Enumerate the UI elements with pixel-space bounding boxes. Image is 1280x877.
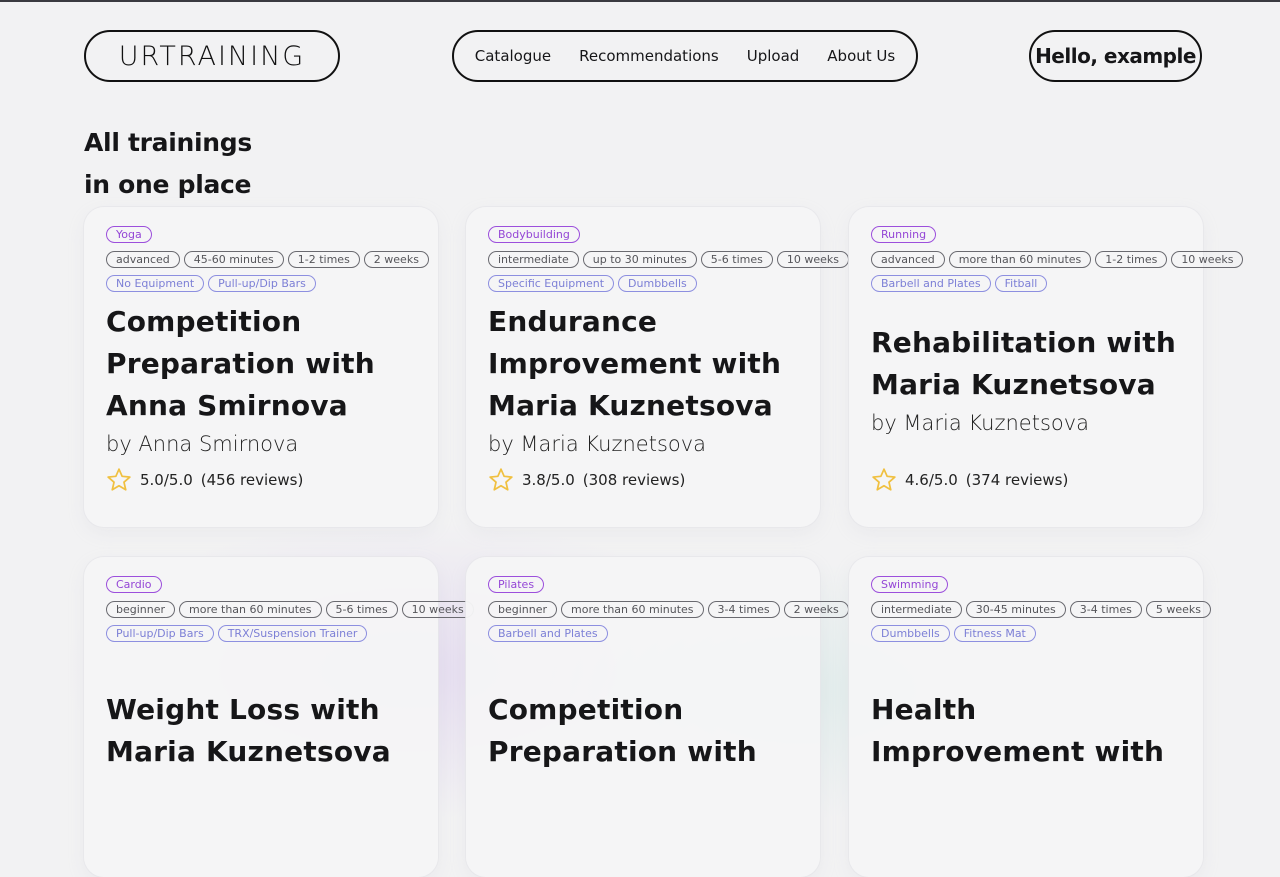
equipment-tag[interactable]: Pull-up/Dip Bars (208, 275, 316, 292)
category-tag[interactable]: Running (871, 226, 937, 243)
training-title[interactable]: Endurance Improvement with Maria Kuznets… (488, 301, 798, 427)
page-title-line: All trainings (84, 128, 252, 157)
meta-tag[interactable]: more than 60 minutes (948, 250, 1092, 268)
tag-group: Running advanced more than 60 minutes 1-2 t… (871, 226, 1244, 301)
equipment-tag[interactable]: Dumbbells (871, 625, 950, 642)
review-count: (308 reviews) (582, 471, 686, 489)
category-tag[interactable]: Cardio (106, 576, 162, 593)
equipment-tag[interactable]: Barbell and Plates (488, 625, 608, 642)
meta-tag[interactable]: intermediate (488, 250, 579, 268)
nav-recommendations[interactable]: Recommendations (579, 47, 719, 65)
tag-group: Bodybuilding intermediate up to 30 minutes… (488, 226, 849, 301)
card-title-box: Health Improvement with (871, 651, 1181, 811)
training-author: by Maria Kuznetsova (871, 411, 1090, 435)
meta-tag[interactable]: 10 weeks (1171, 250, 1244, 268)
tag-group: Swimming intermediate 30-45 minutes 3-4 tim… (871, 576, 1211, 651)
meta-tag[interactable]: beginner (106, 600, 176, 618)
category-tag[interactable]: Pilates (488, 576, 545, 593)
category-tag[interactable]: Swimming (871, 576, 949, 593)
meta-tag[interactable]: 1-2 times (1095, 250, 1168, 268)
meta-tag[interactable]: 5 weeks (1145, 600, 1211, 618)
training-title[interactable]: Competition Preparation with Anna Smirno… (106, 301, 416, 427)
training-author: by Anna Smirnova (106, 432, 299, 456)
category-tag[interactable]: Yoga (106, 226, 152, 243)
training-author: by Maria Kuznetsova (488, 432, 707, 456)
training-card[interactable]: Yoga advanced 45-60 minutes 1-2 times 2 week… (84, 207, 438, 527)
user-greeting-button[interactable]: Hello, example (1029, 30, 1202, 82)
meta-tag[interactable]: 5-6 times (325, 600, 398, 618)
star-icon (107, 468, 131, 491)
training-title[interactable]: Health Improvement with (871, 689, 1181, 773)
meta-tag[interactable]: 3-4 times (1069, 600, 1142, 618)
meta-tag[interactable]: 30-45 minutes (965, 600, 1066, 618)
meta-tag[interactable]: 1-2 times (287, 250, 360, 268)
tag-group: Yoga advanced 45-60 minutes 1-2 times 2 week… (106, 226, 429, 301)
training-title[interactable]: Weight Loss with Maria Kuznetsova (106, 689, 416, 773)
meta-tag[interactable]: 3-4 times (707, 600, 780, 618)
meta-tag[interactable]: beginner (488, 600, 558, 618)
nav-catalogue[interactable]: Catalogue (475, 47, 551, 65)
meta-tag[interactable]: 45-60 minutes (183, 250, 284, 268)
meta-tag[interactable]: advanced (871, 250, 945, 268)
page-title: All trainings in one place (84, 122, 252, 206)
category-tag[interactable]: Bodybuilding (488, 226, 580, 243)
rating-score: 3.8/5.0 (522, 471, 575, 489)
training-card[interactable]: Cardio beginner more than 60 minutes 5-6 ti… (84, 557, 474, 877)
training-card[interactable]: Swimming intermediate 30-45 minutes 3-4 tim… (849, 557, 1211, 877)
card-title-box: Competition Preparation with Anna Smirno… (106, 301, 416, 461)
rating-score: 5.0/5.0 (140, 471, 193, 489)
equipment-tag[interactable]: Dumbbells (618, 275, 697, 292)
meta-tag[interactable]: 10 weeks (776, 250, 849, 268)
review-count: (456 reviews) (200, 471, 304, 489)
meta-tag[interactable]: more than 60 minutes (561, 600, 704, 618)
tag-group: Pilates beginner more than 60 minutes 3-4 t… (488, 576, 849, 651)
equipment-tag[interactable]: Specific Equipment (488, 275, 615, 292)
rating: 5.0/5.0 (456 reviews) (106, 465, 416, 495)
equipment-tag[interactable]: Barbell and Plates (871, 275, 991, 292)
card-title-box: Competition Preparation with (488, 651, 798, 811)
training-title[interactable]: Rehabilitation with Maria Kuznetsova (871, 322, 1181, 406)
meta-tag[interactable]: up to 30 minutes (582, 250, 697, 268)
rating: 3.8/5.0 (308 reviews) (488, 465, 798, 495)
training-card[interactable]: Bodybuilding intermediate up to 30 minutes… (466, 207, 849, 527)
rating-score: 4.6/5.0 (905, 471, 958, 489)
meta-tag[interactable]: 10 weeks (401, 600, 474, 618)
page-title-line: in one place (84, 170, 252, 199)
training-card[interactable]: Pilates beginner more than 60 minutes 3-4 t… (466, 557, 849, 877)
meta-tag[interactable]: 2 weeks (363, 250, 429, 268)
rating: 4.6/5.0 (374 reviews) (871, 465, 1181, 495)
nav-upload[interactable]: Upload (747, 47, 800, 65)
equipment-tag[interactable]: Fitball (994, 275, 1048, 292)
nav-about-us[interactable]: About Us (827, 47, 895, 65)
equipment-tag[interactable]: Pull-up/Dip Bars (106, 625, 214, 642)
training-card[interactable]: Running advanced more than 60 minutes 1-2 t… (849, 207, 1244, 527)
equipment-tag[interactable]: Fitness Mat (953, 625, 1036, 642)
meta-tag[interactable]: 5-6 times (700, 250, 773, 268)
card-title-box: Rehabilitation with Maria Kuznetsova by M… (871, 301, 1181, 461)
meta-tag[interactable]: 2 weeks (783, 600, 849, 618)
main-nav: Catalogue Recommendations Upload About U… (452, 30, 918, 82)
meta-tag[interactable]: more than 60 minutes (179, 600, 322, 618)
review-count: (374 reviews) (965, 471, 1069, 489)
card-title-box: Weight Loss with Maria Kuznetsova (106, 651, 416, 811)
window-top-border (0, 0, 1280, 2)
meta-tag[interactable]: intermediate (871, 600, 962, 618)
star-icon (872, 468, 896, 491)
training-title[interactable]: Competition Preparation with (488, 689, 798, 773)
meta-tag[interactable]: advanced (106, 250, 180, 268)
equipment-tag[interactable]: No Equipment (106, 275, 205, 292)
equipment-tag[interactable]: TRX/Suspension Trainer (217, 625, 368, 642)
tag-group: Cardio beginner more than 60 minutes 5-6 ti… (106, 576, 474, 651)
star-icon (489, 468, 513, 491)
logo[interactable]: URTRAINING (84, 30, 340, 82)
card-title-box: Endurance Improvement with Maria Kuznets… (488, 301, 798, 461)
